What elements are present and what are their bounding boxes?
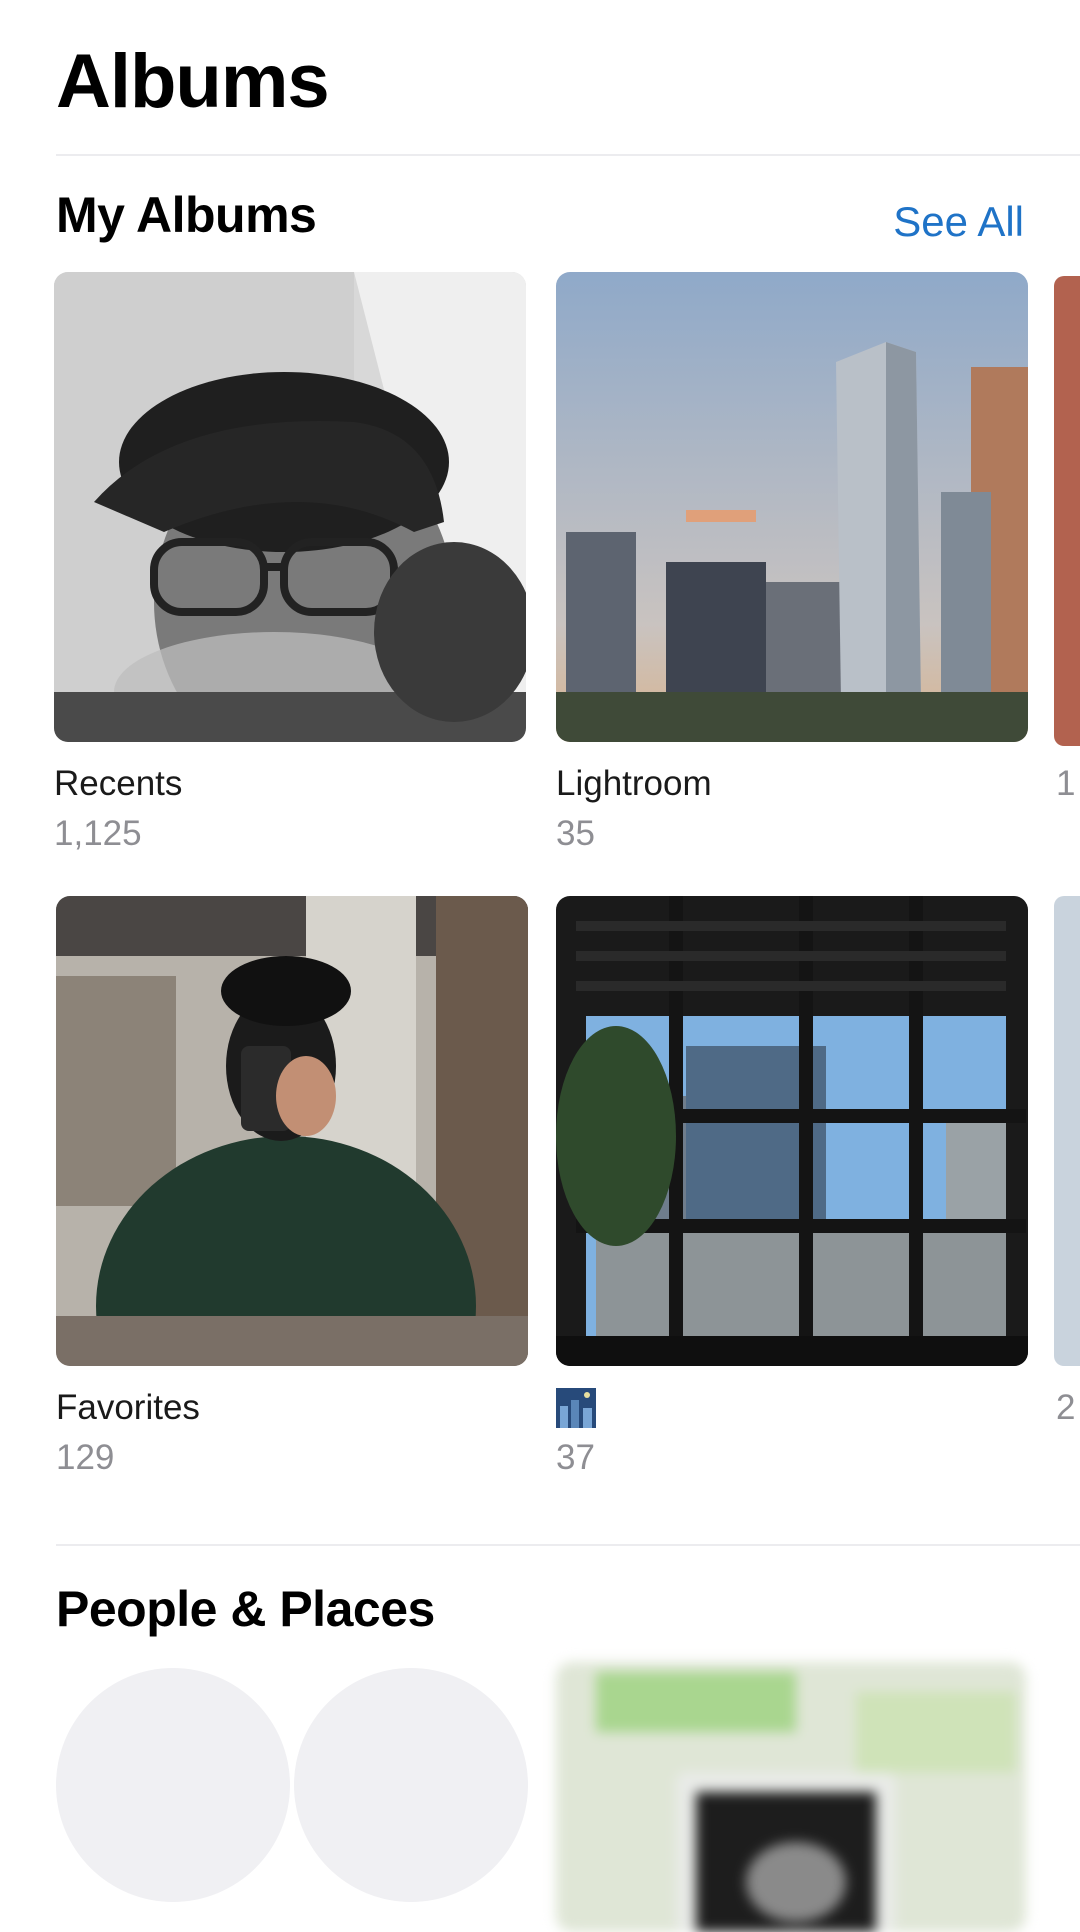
header-divider bbox=[56, 154, 1080, 156]
album-count: 35 bbox=[556, 814, 595, 853]
album-lightroom[interactable]: Lightroom 35 bbox=[556, 272, 1028, 862]
album-name: Recents bbox=[54, 764, 183, 803]
city-night-emoji bbox=[556, 1388, 596, 1428]
album-peek-thumbnail[interactable] bbox=[1054, 896, 1080, 1366]
page-title: Albums bbox=[56, 39, 330, 124]
mirror-selfie-photo bbox=[56, 896, 528, 1366]
section-divider bbox=[56, 1544, 1080, 1546]
people-thumbnail[interactable] bbox=[56, 1668, 290, 1902]
people-places-title: People & Places bbox=[56, 1581, 435, 1637]
album-count: 37 bbox=[556, 1438, 595, 1477]
album-thumbnail[interactable] bbox=[56, 896, 528, 1366]
people-thumbnail[interactable] bbox=[294, 1668, 528, 1902]
window-view-photo bbox=[556, 896, 1028, 1366]
my-albums-title: My Albums bbox=[56, 187, 317, 243]
album-peek-count: 1 bbox=[1056, 764, 1076, 803]
city-skyline-photo bbox=[556, 272, 1028, 742]
album-name: Lightroom bbox=[556, 764, 712, 803]
album-favorites[interactable]: Favorites 129 bbox=[56, 896, 528, 1486]
album-thumbnail[interactable] bbox=[556, 896, 1028, 1366]
album-peek-count: 2 bbox=[1056, 1388, 1076, 1427]
heart-icon bbox=[74, 1306, 528, 1366]
places-map-thumbnail[interactable] bbox=[556, 1662, 1026, 1932]
album-recents[interactable]: Recents 1,125 bbox=[54, 272, 526, 862]
map-icon bbox=[556, 1662, 1026, 1932]
see-all-button[interactable]: See All bbox=[893, 198, 1024, 246]
album-name: Favorites bbox=[56, 1388, 200, 1427]
album-thumbnail[interactable] bbox=[556, 272, 1028, 742]
portrait-photo bbox=[54, 272, 526, 742]
album-count: 129 bbox=[56, 1438, 115, 1477]
album-thumbnail[interactable] bbox=[54, 272, 526, 742]
album-name bbox=[556, 1388, 596, 1437]
album-peek-thumbnail[interactable] bbox=[1054, 276, 1080, 746]
album-count: 1,125 bbox=[54, 814, 142, 853]
album-city-night[interactable]: 37 bbox=[556, 896, 1028, 1486]
